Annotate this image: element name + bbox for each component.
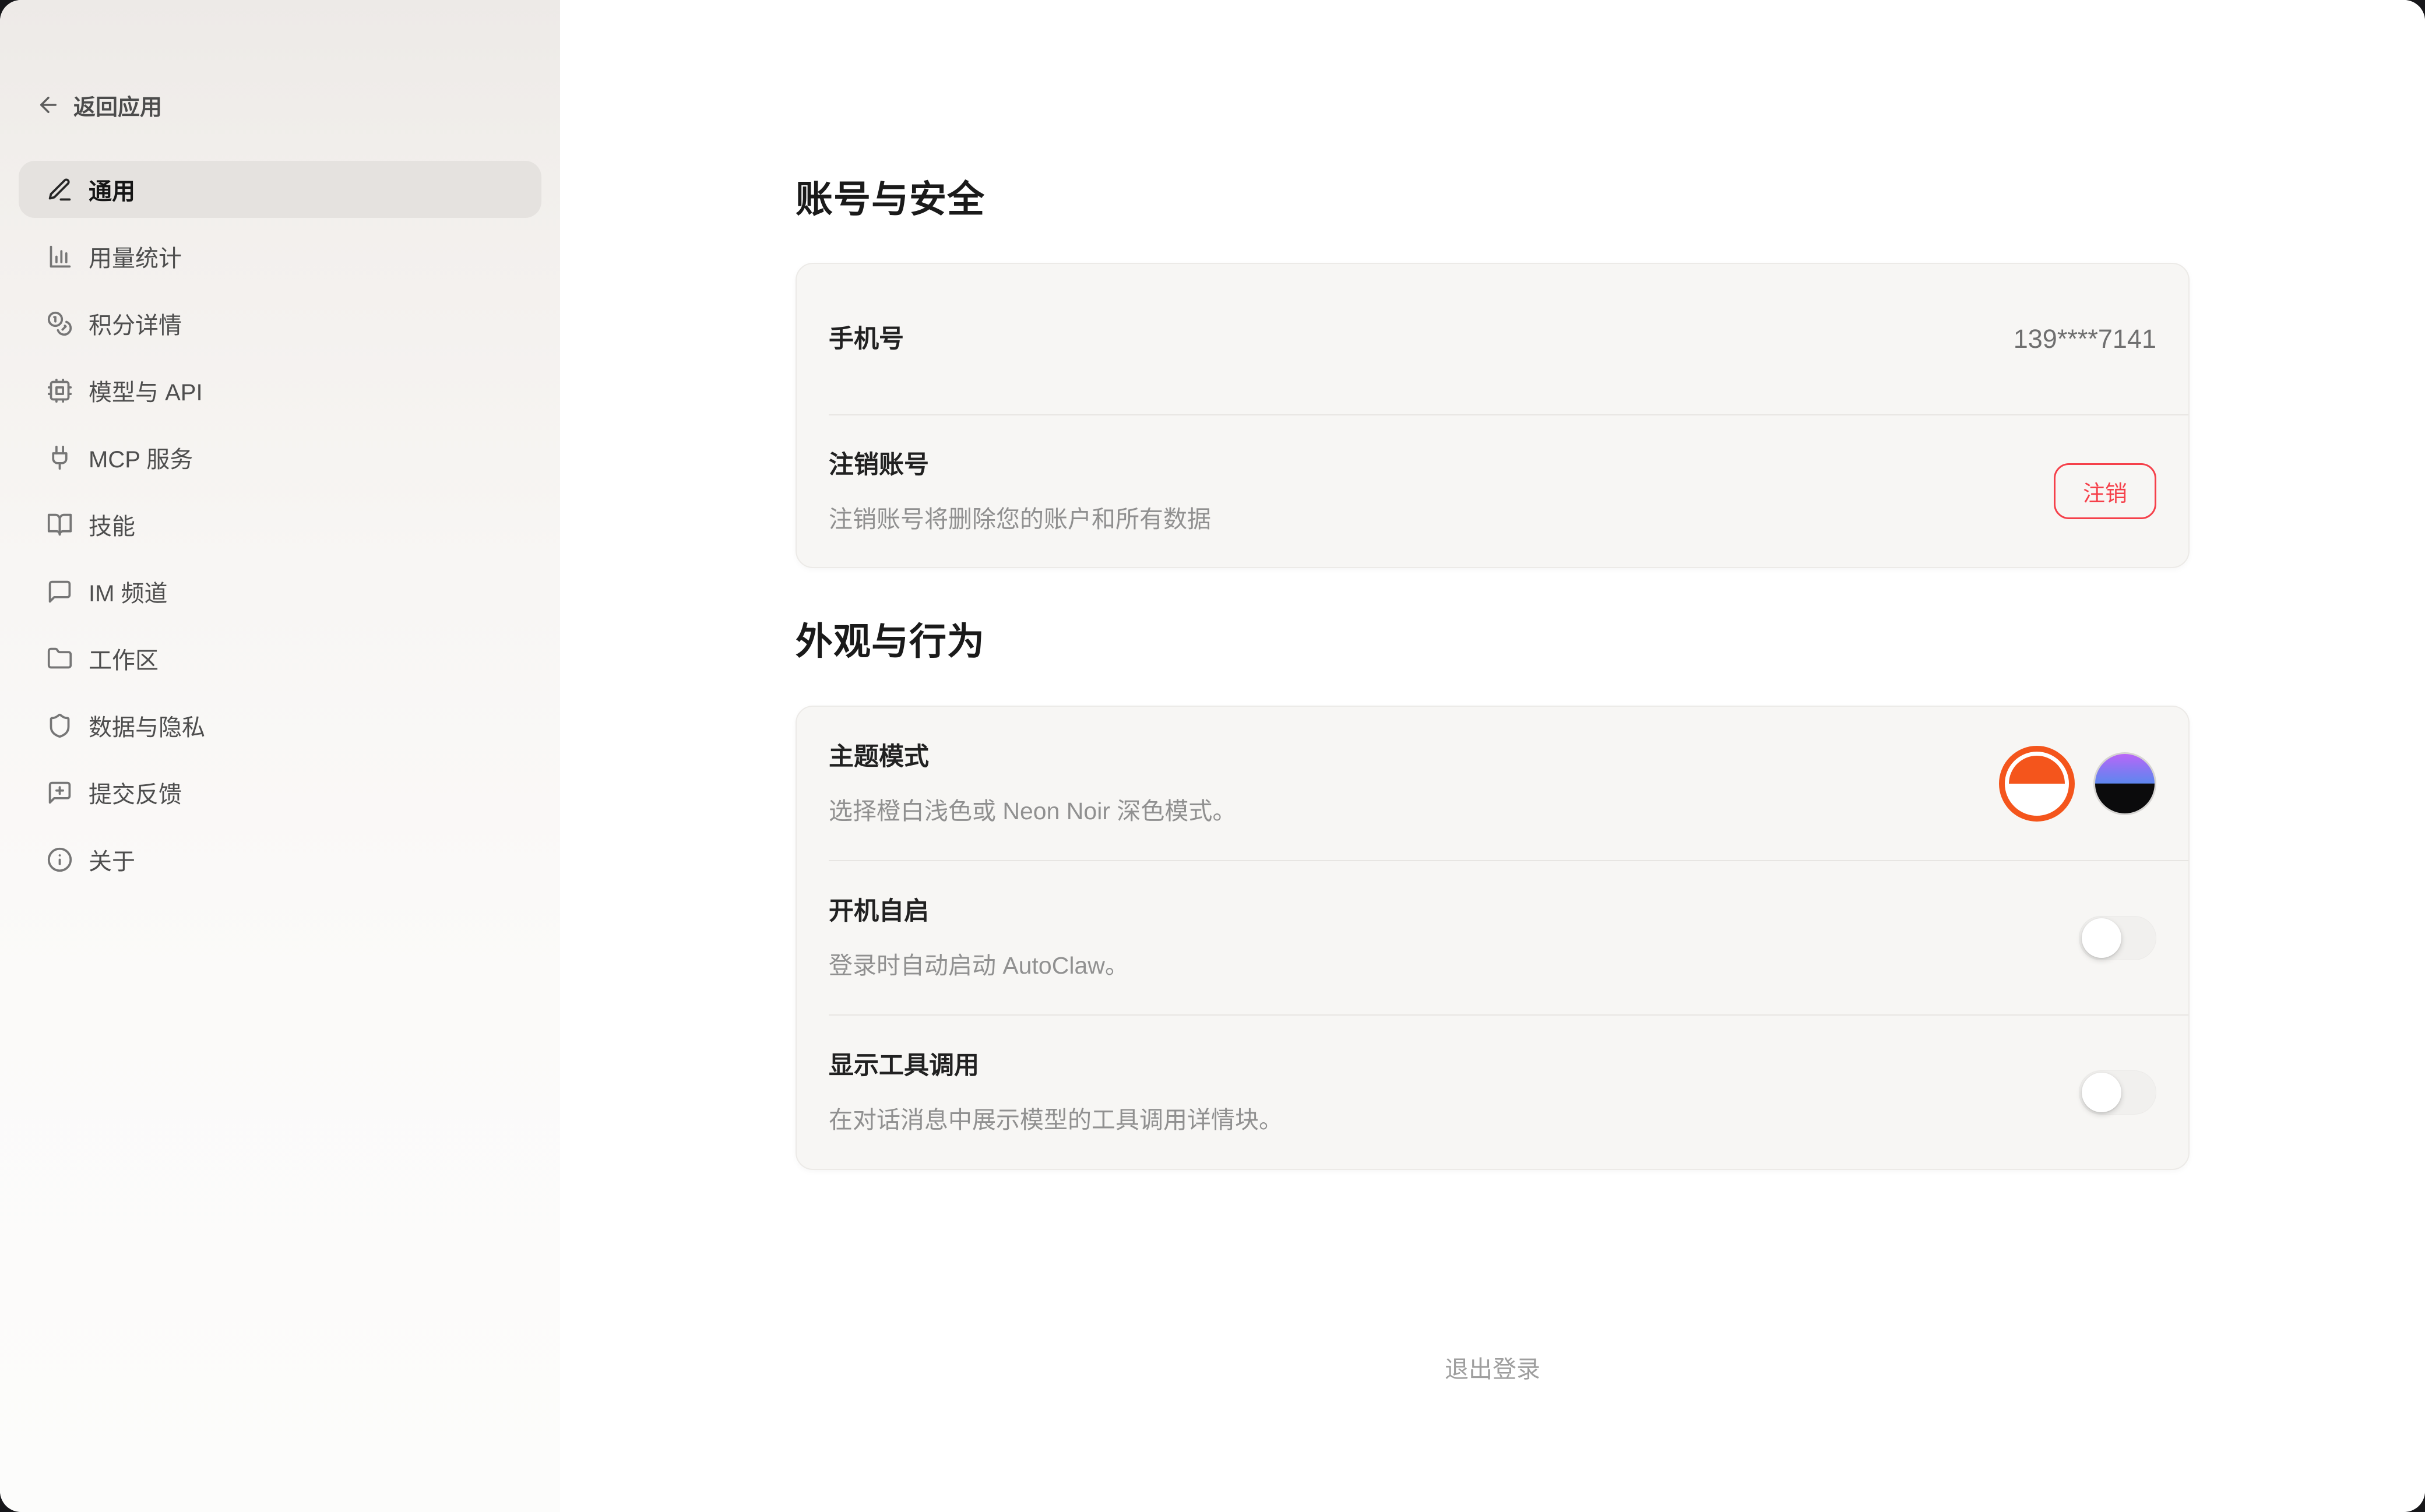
dark-theme-swatch[interactable] (2093, 752, 2156, 815)
sidebar-item-about[interactable]: 关于 (19, 831, 541, 888)
plug-icon (47, 445, 73, 471)
show-tool-calls-toggle[interactable] (2079, 1070, 2156, 1115)
section-title-account-security: 账号与安全 (796, 178, 2190, 220)
light-theme-swatch[interactable] (1999, 746, 2075, 822)
bar-chart-icon (47, 244, 73, 270)
pen-icon (47, 177, 73, 203)
theme-mode-desc: 选择橙白浅色或 Neon Noir 深色模式。 (829, 795, 1236, 827)
sidebar-nav: 通用 用量统计 积分详情 模型与 API (0, 161, 560, 888)
sidebar-item-models-api[interactable]: 模型与 API (19, 362, 541, 419)
phone-number-row: 手机号 139****7141 (797, 264, 2188, 414)
theme-mode-label: 主题模式 (829, 740, 1236, 774)
main-panel: 账号与安全 手机号 139****7141 注销账号 注销账号将删除您的账户和所… (560, 0, 2425, 1512)
phone-value: 139****7141 (2014, 324, 2156, 354)
show-tool-calls-desc: 在对话消息中展示模型的工具调用详情块。 (829, 1104, 1283, 1136)
theme-swatches (1999, 746, 2156, 822)
delete-account-label: 注销账号 (829, 448, 1211, 482)
phone-label: 手机号 (829, 322, 904, 356)
delete-account-button[interactable]: 注销 (2054, 463, 2156, 519)
delete-account-row: 注销账号 注销账号将删除您的账户和所有数据 注销 (797, 415, 2188, 567)
sidebar-item-feedback[interactable]: 提交反馈 (19, 764, 541, 821)
settings-window: 返回应用 通用 用量统计 积分详情 (0, 0, 2425, 1512)
sidebar-item-credits[interactable]: 积分详情 (19, 295, 541, 352)
logout-button[interactable]: 退出登录 (796, 1349, 2190, 1419)
theme-mode-row: 主题模式 选择橙白浅色或 Neon Noir 深色模式。 (797, 707, 2188, 860)
delete-account-desc: 注销账号将删除您的账户和所有数据 (829, 503, 1211, 535)
message-square-icon (47, 579, 73, 605)
toggle-knob (2082, 918, 2121, 958)
sidebar-item-workspace[interactable]: 工作区 (19, 630, 541, 687)
autostart-toggle[interactable] (2079, 916, 2156, 960)
sidebar-item-skills[interactable]: 技能 (19, 496, 541, 553)
info-icon (47, 847, 73, 873)
sidebar-item-usage[interactable]: 用量统计 (19, 228, 541, 285)
arrow-left-icon (36, 93, 61, 117)
toggle-knob (2082, 1073, 2121, 1112)
back-to-app-button[interactable]: 返回应用 (0, 87, 560, 122)
autostart-desc: 登录时自动启动 AutoClaw。 (829, 950, 1129, 981)
message-square-plus-icon (47, 780, 73, 806)
coins-icon (47, 311, 73, 337)
light-theme-preview (2009, 756, 2065, 812)
book-open-icon (47, 512, 73, 538)
autostart-row: 开机自启 登录时自动启动 AutoClaw。 (797, 861, 2188, 1014)
account-security-card: 手机号 139****7141 注销账号 注销账号将删除您的账户和所有数据 注销 (796, 263, 2190, 568)
sidebar-item-mcp[interactable]: MCP 服务 (19, 429, 541, 486)
sidebar-item-general[interactable]: 通用 (19, 161, 541, 218)
cpu-icon (47, 378, 73, 404)
back-label: 返回应用 (73, 89, 162, 121)
sidebar: 返回应用 通用 用量统计 积分详情 (0, 0, 560, 1512)
show-tool-calls-row: 显示工具调用 在对话消息中展示模型的工具调用详情块。 (797, 1016, 2188, 1169)
folder-icon (47, 646, 73, 672)
sidebar-item-privacy[interactable]: 数据与隐私 (19, 697, 541, 754)
appearance-card: 主题模式 选择橙白浅色或 Neon Noir 深色模式。 开机自启 登录时自动启… (796, 706, 2190, 1170)
show-tool-calls-label: 显示工具调用 (829, 1049, 1283, 1083)
section-title-appearance: 外观与行为 (796, 621, 2190, 662)
shield-icon (47, 713, 73, 739)
sidebar-item-im-channels[interactable]: IM 频道 (19, 563, 541, 620)
autostart-label: 开机自启 (829, 894, 1129, 928)
